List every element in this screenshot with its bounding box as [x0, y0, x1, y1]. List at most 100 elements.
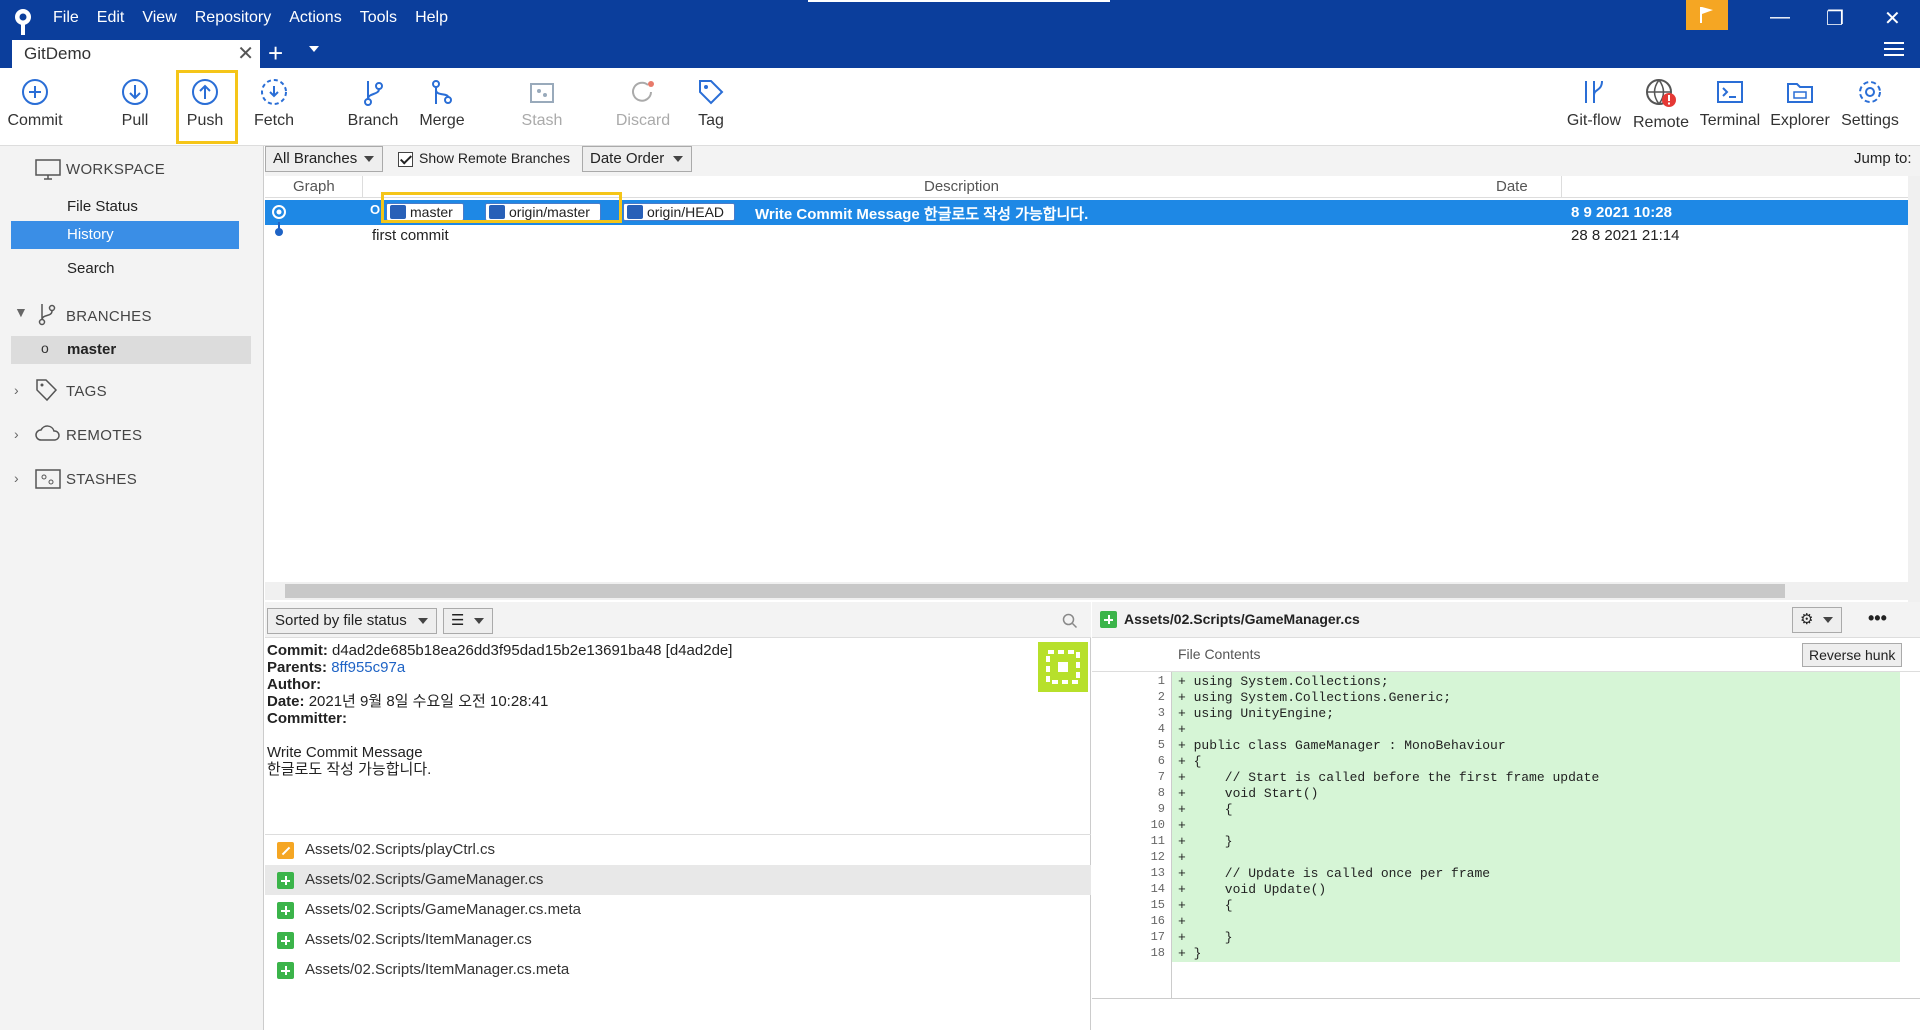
added-file-icon — [277, 962, 294, 979]
view-mode-dropdown[interactable]: ☰ — [443, 608, 493, 634]
sort-dropdown[interactable]: Sorted by file status — [267, 608, 437, 634]
diff-file-name: Assets/02.Scripts/GameManager.cs — [1124, 611, 1360, 627]
stash-icon — [530, 83, 554, 103]
close-window-icon[interactable]: ✕ — [1884, 6, 1901, 31]
stash-button[interactable]: Stash — [509, 78, 575, 130]
parent-hash-link[interactable]: 8ff955c97a — [331, 659, 405, 676]
list-item[interactable]: Assets/02.Scripts/playCtrl.cs — [265, 835, 1091, 865]
chevron-right-icon[interactable]: › — [14, 382, 19, 398]
diff-pane: Assets/02.Scripts/GameManager.cs ⚙ ••• F… — [1092, 602, 1920, 1030]
settings-button[interactable]: Settings — [1837, 78, 1903, 130]
flag-button[interactable] — [1686, 0, 1728, 30]
stashes-heading[interactable]: STASHES — [66, 471, 137, 488]
branch-label-origin-head[interactable]: origin/HEAD — [623, 203, 736, 221]
scrollbar-thumb[interactable] — [285, 584, 1785, 598]
menu-actions[interactable]: Actions — [280, 9, 350, 27]
menu-tools[interactable]: Tools — [351, 9, 406, 27]
close-tab-icon[interactable]: ✕ — [237, 40, 254, 68]
branch-icon — [627, 205, 643, 219]
commit-message: first commit — [372, 227, 449, 244]
menu-repository[interactable]: Repository — [186, 9, 280, 27]
description-column[interactable]: Description — [924, 178, 999, 195]
show-remote-checkbox[interactable] — [398, 152, 413, 167]
chevron-right-icon[interactable]: › — [14, 470, 19, 486]
terminal-button[interactable]: Terminal — [1697, 78, 1763, 130]
history-horizontal-scrollbar[interactable] — [265, 582, 1920, 600]
added-file-icon — [277, 902, 294, 919]
added-file-icon — [1100, 611, 1117, 628]
sidebar-item-file-status[interactable]: File Status — [67, 198, 138, 215]
added-file-icon — [277, 932, 294, 949]
hamburger-menu-icon[interactable] — [1884, 42, 1904, 58]
restore-icon[interactable]: ❐ — [1826, 6, 1844, 31]
discard-icon — [632, 81, 654, 102]
explorer-button[interactable]: Explorer — [1767, 78, 1833, 130]
sidebar-item-master[interactable]: o master — [11, 336, 251, 364]
code-line: + — [1178, 722, 1186, 737]
tab-dropdown-icon[interactable] — [309, 46, 319, 52]
sidebar-item-history[interactable]: History — [11, 221, 239, 249]
fetch-button[interactable]: Fetch — [241, 78, 307, 130]
list-item[interactable]: Assets/02.Scripts/GameManager.cs — [265, 865, 1091, 895]
column-divider — [362, 176, 363, 198]
parents-key: Parents: — [267, 659, 328, 676]
menu-help[interactable]: Help — [406, 9, 457, 27]
list-item[interactable]: Assets/02.Scripts/GameManager.cs.meta — [265, 895, 1091, 925]
list-item[interactable]: Assets/02.Scripts/ItemManager.cs — [265, 925, 1091, 955]
commit-row[interactable]: first commit 28 8 2021 21:14 — [265, 222, 1908, 250]
diff-options-dropdown[interactable]: ⚙ — [1792, 607, 1842, 633]
tag-button[interactable]: Tag — [678, 78, 744, 130]
master-label: master — [67, 341, 117, 358]
code-line: + { — [1178, 898, 1233, 913]
code-line: + using System.Collections.Generic; — [1178, 690, 1452, 705]
code-line: + void Start() — [1178, 786, 1319, 801]
code-line: + void Update() — [1178, 882, 1327, 897]
menu-file[interactable]: File — [44, 9, 88, 27]
discard-button[interactable]: Discard — [610, 78, 676, 130]
gitflow-icon — [1585, 80, 1603, 103]
minimize-icon[interactable]: — — [1770, 6, 1790, 29]
all-branches-dropdown[interactable]: All Branches — [265, 146, 383, 172]
branch-button[interactable]: Branch — [340, 78, 406, 130]
list-item[interactable]: Assets/02.Scripts/ItemManager.cs.meta — [265, 955, 1091, 985]
commit-date: 8 9 2021 10:28 — [1571, 204, 1672, 221]
remotes-heading[interactable]: REMOTES — [66, 427, 142, 444]
remote-button[interactable]: Remote — [1628, 78, 1694, 132]
code-line: + // Start is called before the first fr… — [1178, 770, 1600, 785]
tags-heading[interactable]: TAGS — [66, 383, 107, 400]
graph-column[interactable]: Graph — [293, 178, 335, 195]
file-contents-label: File Contents — [1178, 646, 1261, 662]
list-view-icon: ☰ — [451, 612, 465, 629]
new-tab-icon[interactable]: + — [268, 38, 283, 69]
menu-bar: File Edit View Repository Actions Tools … — [44, 0, 457, 36]
gitflow-button[interactable]: Git-flow — [1561, 78, 1627, 130]
toolbar: Commit Pull Push Fetch Branch Merge Stas… — [0, 68, 1920, 146]
menu-view[interactable]: View — [133, 9, 185, 27]
sidebar-item-search[interactable]: Search — [67, 260, 115, 277]
chevron-right-icon[interactable]: › — [14, 426, 19, 442]
commit-message: Write Commit Message 한글로도 작성 가능합니다. — [755, 206, 1089, 223]
merge-button[interactable]: Merge — [409, 78, 475, 130]
chevron-down-icon[interactable]: ▼ — [14, 304, 28, 320]
pull-button[interactable]: Pull — [102, 78, 168, 130]
committer-key: Committer: — [267, 710, 348, 727]
commit-details-pane: Sorted by file status ☰ Commit: d4ad2de6… — [265, 602, 1091, 1030]
branches-heading[interactable]: BRANCHES — [66, 308, 152, 325]
more-options-icon[interactable]: ••• — [1868, 608, 1887, 629]
branch-icon — [38, 304, 56, 326]
code-line: + using UnityEngine; — [1178, 706, 1335, 721]
branch-highlight-box — [381, 192, 622, 223]
sidebar: WORKSPACE File Status History Search ▼ B… — [0, 146, 264, 1030]
date-column[interactable]: Date — [1496, 178, 1528, 195]
code-line: + } — [1178, 834, 1233, 849]
code-line: + — [1178, 850, 1186, 865]
menu-edit[interactable]: Edit — [88, 9, 134, 27]
date-order-dropdown[interactable]: Date Order — [582, 146, 692, 172]
search-icon[interactable] — [1062, 613, 1078, 629]
window-strip — [808, 0, 1110, 2]
reverse-hunk-button[interactable]: Reverse hunk — [1802, 643, 1903, 667]
commit-button[interactable]: Commit — [2, 78, 68, 130]
repo-tab[interactable]: GitDemo ✕ — [12, 40, 260, 68]
code-line: + { — [1178, 802, 1233, 817]
diff-subheader: File Contents Reverse hunk — [1092, 638, 1920, 672]
